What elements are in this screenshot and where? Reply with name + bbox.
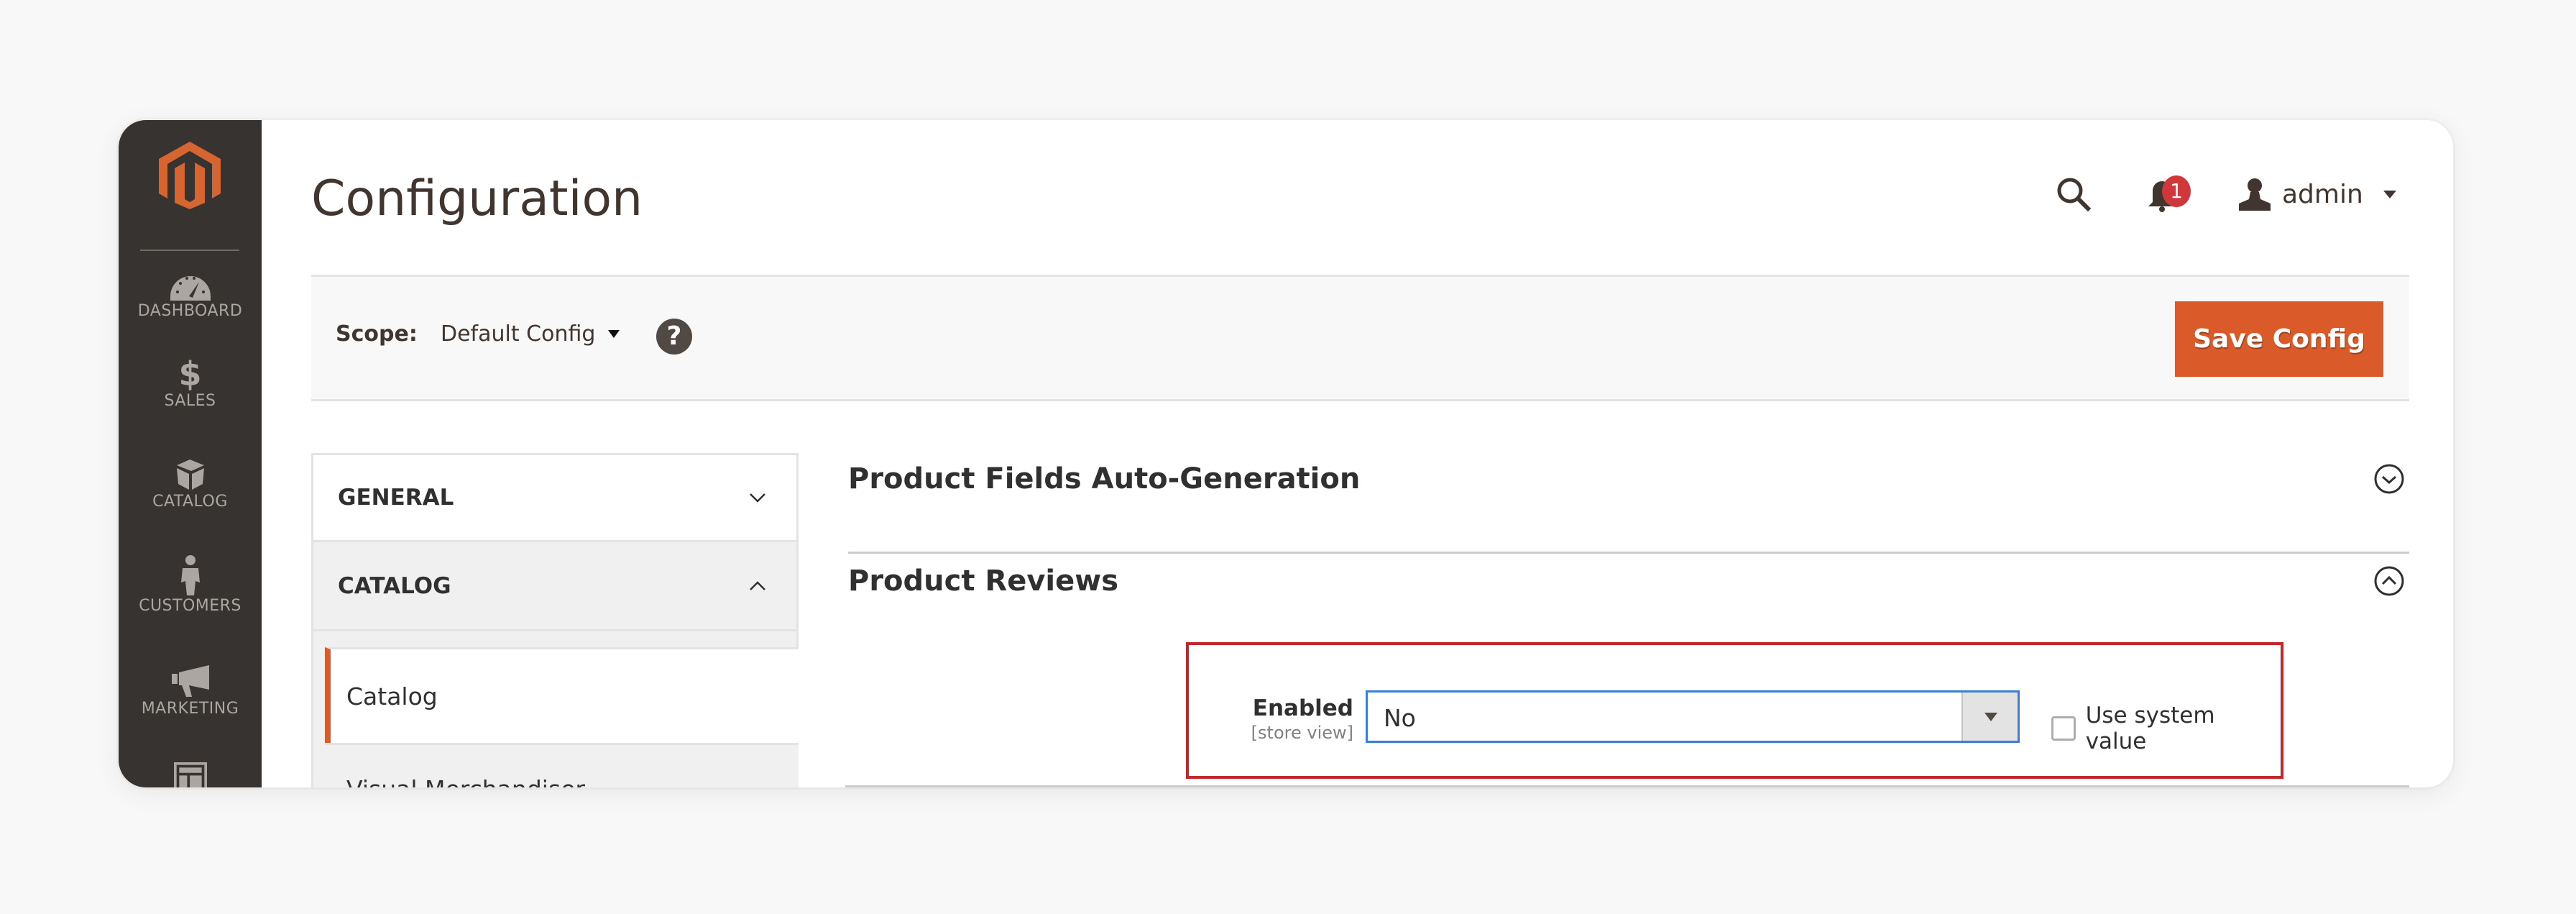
field-label: Enabled [store view] [1251, 695, 1353, 743]
sidebar-item-catalog[interactable]: CATALOG [119, 458, 262, 511]
sidebar-item-customers[interactable]: CUSTOMERS [119, 555, 262, 615]
enabled-select-value: No [1384, 704, 1416, 732]
scope-value: Default Config [441, 321, 596, 347]
chevron-down-icon [2383, 190, 2396, 198]
admin-window: DASHBOARD $ SALES CATALOG CUSTOMERS MARK… [119, 120, 2453, 787]
section-product-fields-auto-generation[interactable]: Product Fields Auto-Generation [848, 454, 2409, 503]
search-icon[interactable] [2056, 176, 2092, 212]
section-label: GENERAL [338, 485, 454, 511]
sidebar-item-dashboard[interactable]: DASHBOARD [119, 268, 262, 320]
section-product-reviews[interactable]: Product Reviews [848, 557, 2409, 605]
sidebar-item-label: CATALOG [152, 493, 228, 511]
use-system-value-label: Use system value [2085, 703, 2215, 754]
config-section-catalog[interactable]: CATALOG [313, 542, 796, 631]
highlighted-field-row: Enabled [store view] No Use system value [1186, 642, 2283, 779]
section-divider [845, 785, 2409, 787]
scope-toolbar: Scope: Default Config ? Save Config [311, 275, 2409, 401]
megaphone-icon [171, 665, 209, 697]
section-title: Product Fields Auto-Generation [848, 462, 1361, 495]
notification-count-badge[interactable]: 1 [2162, 175, 2191, 207]
admin-sidebar: DASHBOARD $ SALES CATALOG CUSTOMERS MARK… [119, 120, 262, 787]
scope-hint: [store view] [1251, 723, 1353, 743]
section-title: Product Reviews [848, 565, 1118, 598]
section-label: CATALOG [338, 572, 451, 599]
collapse-circle-up-icon [2374, 566, 2404, 596]
magento-logo-icon[interactable] [159, 142, 221, 209]
scope-label: Scope: [336, 321, 418, 347]
sidebar-item-label: CUSTOMERS [139, 597, 242, 615]
chevron-down-icon [1961, 693, 2018, 741]
help-icon[interactable]: ? [656, 319, 692, 355]
user-icon [2239, 178, 2271, 211]
sidebar-item-content[interactable] [119, 762, 262, 787]
chevron-up-icon [750, 580, 765, 590]
config-item-visual-merchandiser[interactable]: Visual Merchandiser [325, 743, 799, 787]
person-icon [180, 555, 200, 595]
user-name: admin [2282, 179, 2363, 209]
config-tabs: GENERAL CATALOG Catalog Visual Merchandi… [311, 453, 799, 787]
dashboard-gauge-icon [170, 276, 211, 301]
scope-switcher[interactable]: Default Config [441, 321, 620, 347]
config-section-general[interactable]: GENERAL [313, 455, 796, 542]
use-system-value[interactable]: Use system value [2051, 703, 2281, 754]
page-title: Configuration [311, 170, 643, 227]
save-config-button[interactable]: Save Config [2175, 301, 2383, 377]
sidebar-item-label: DASHBOARD [137, 302, 243, 320]
dollar-icon: $ [178, 355, 202, 393]
sidebar-item-sales[interactable]: $ SALES [119, 357, 262, 410]
use-system-value-checkbox[interactable] [2051, 716, 2076, 741]
enabled-label: Enabled [1252, 695, 1353, 721]
config-item-label: Visual Merchandiser [346, 775, 585, 787]
user-menu[interactable]: admin [2239, 176, 2396, 212]
sidebar-item-label: SALES [164, 392, 216, 410]
logo-divider [140, 250, 239, 251]
expand-circle-down-icon [2374, 464, 2404, 494]
content-layout-icon [173, 762, 207, 787]
section-divider [848, 552, 2409, 554]
enabled-select[interactable]: No [1366, 690, 2020, 743]
chevron-down-icon [608, 330, 620, 338]
sidebar-item-label: MARKETING [141, 700, 239, 718]
config-item-label: Catalog [346, 682, 438, 710]
chevron-down-icon [750, 493, 765, 503]
sidebar-item-marketing[interactable]: MARKETING [119, 665, 262, 718]
box-icon [176, 460, 204, 490]
config-item-catalog-active[interactable]: Catalog [325, 647, 799, 743]
